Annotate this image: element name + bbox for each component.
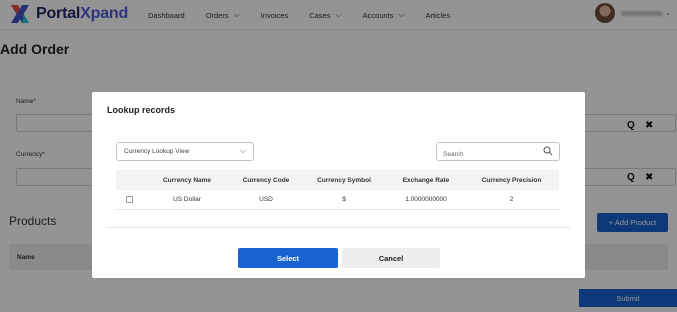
select-button[interactable]: Select	[238, 248, 338, 268]
column-currency-name[interactable]: Currency Name	[142, 177, 232, 184]
cell-currency-name: US Dollar	[173, 196, 201, 203]
lookup-results-table: Currency Name Currency Code Currency Sym…	[116, 170, 559, 210]
cell-currency-code: USD	[259, 196, 273, 203]
column-currency-code[interactable]: Currency Code	[232, 177, 300, 184]
dialog-divider	[107, 227, 570, 228]
cell-exchange-rate: 1.0000000000	[405, 196, 447, 203]
lookup-records-dialog: Lookup records Currency Lookup View ⌵ Cu…	[92, 92, 585, 278]
column-exchange-rate[interactable]: Exchange Rate	[388, 177, 464, 184]
cell-currency-symbol: $	[342, 196, 346, 203]
search-icon[interactable]	[543, 146, 553, 156]
table-row[interactable]: US Dollar USD $ 1.0000000000 2	[116, 190, 559, 210]
row-checkbox[interactable]	[125, 196, 133, 203]
cancel-button[interactable]: Cancel	[342, 248, 440, 268]
view-select-dropdown[interactable]: Currency Lookup View ⌵	[116, 142, 254, 161]
column-currency-precision[interactable]: Currency Precision	[464, 177, 559, 184]
row-select-cell	[116, 196, 142, 203]
column-currency-symbol[interactable]: Currency Symbol	[300, 177, 388, 184]
search-input[interactable]	[437, 146, 537, 163]
dialog-title: Lookup records	[107, 105, 176, 115]
search-box	[436, 142, 560, 163]
chevron-down-icon: ⌵	[239, 146, 246, 155]
cell-currency-precision: 2	[509, 196, 514, 203]
table-header-row: Currency Name Currency Code Currency Sym…	[116, 170, 559, 190]
view-select-value: Currency Lookup View	[124, 148, 190, 155]
